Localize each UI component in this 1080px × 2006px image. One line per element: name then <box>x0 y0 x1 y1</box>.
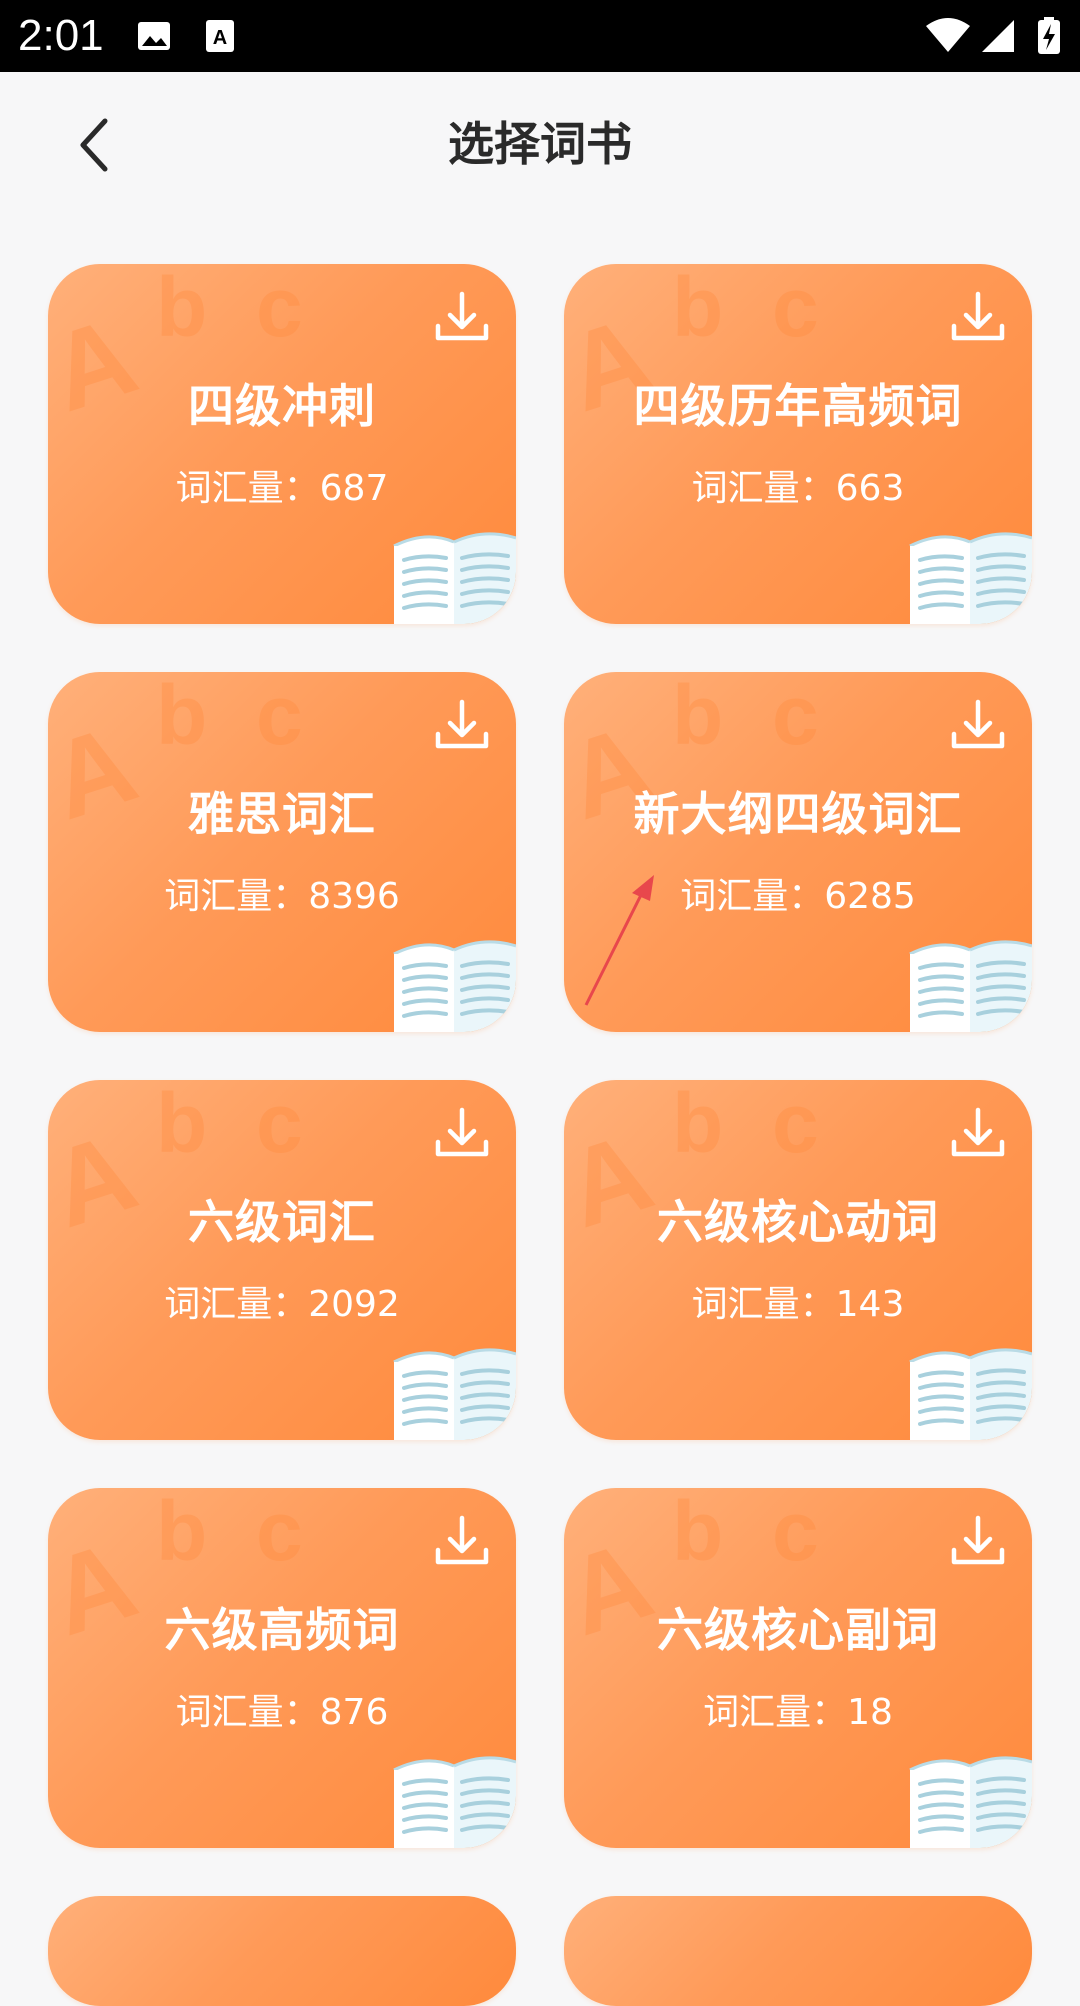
word-count: 词汇量：2092 <box>164 1284 400 1325</box>
svg-text:c: c <box>772 1488 819 1578</box>
word-count: 词汇量：18 <box>703 1692 893 1733</box>
word-count: 词汇量：663 <box>691 468 905 509</box>
book-card[interactable]: A b c 六级高频词 词汇量：876 <box>48 1488 516 1848</box>
svg-text:c: c <box>256 264 303 354</box>
download-icon[interactable] <box>430 286 494 350</box>
book-grid: A b c 四级冲刺 词汇量：687 A b c 四级历年高频词 词汇量：663… <box>48 264 1032 2006</box>
download-icon[interactable] <box>946 694 1010 758</box>
svg-text:A: A <box>213 27 227 49</box>
book-illustration-icon <box>909 1348 1032 1440</box>
word-count: 词汇量：8396 <box>164 876 400 917</box>
svg-text:b: b <box>156 1080 207 1170</box>
book-illustration-icon <box>393 532 516 624</box>
book-illustration-icon <box>909 1756 1032 1848</box>
book-title: 六级词汇 <box>188 1195 376 1249</box>
book-illustration-icon <box>909 532 1032 624</box>
image-icon <box>138 22 170 50</box>
annotation-arrow-icon <box>584 875 654 1006</box>
book-card[interactable]: A b c 雅思词汇 词汇量：8396 <box>48 672 516 1032</box>
word-count: 词汇量：687 <box>175 468 389 509</box>
book-card[interactable]: A b c 六级词汇 词汇量：2092 <box>48 1080 516 1440</box>
book-title: 四级冲刺 <box>188 379 376 433</box>
svg-text:b: b <box>672 672 723 762</box>
svg-text:b: b <box>156 264 207 354</box>
svg-text:c: c <box>772 264 819 354</box>
download-icon[interactable] <box>946 286 1010 350</box>
book-title: 六级核心副词 <box>657 1603 939 1657</box>
book-title: 六级高频词 <box>164 1603 400 1657</box>
word-count: 词汇量：876 <box>175 1692 389 1733</box>
book-card[interactable]: A b c 六级核心副词 词汇量：18 <box>564 1488 1032 1848</box>
svg-text:b: b <box>156 1488 207 1578</box>
svg-text:b: b <box>672 1080 723 1170</box>
book-card[interactable]: A b c 六级核心动词 词汇量：143 <box>564 1080 1032 1440</box>
download-icon[interactable] <box>430 1102 494 1166</box>
book-illustration-icon <box>393 1348 516 1440</box>
download-icon[interactable] <box>430 694 494 758</box>
book-title: 六级核心动词 <box>657 1195 939 1249</box>
svg-text:b: b <box>672 264 723 354</box>
book-illustration-icon <box>909 940 1032 1032</box>
download-icon[interactable] <box>430 1510 494 1574</box>
page-title: 选择词书 <box>448 117 632 171</box>
svg-text:b: b <box>156 672 207 762</box>
svg-text:c: c <box>772 672 819 762</box>
book-title: 新大纲四级词汇 <box>633 787 963 841</box>
book-title: 雅思词汇 <box>188 787 376 841</box>
svg-text:c: c <box>256 672 303 762</box>
book-illustration-icon <box>393 1756 516 1848</box>
book-title: 四级历年高频词 <box>633 379 963 433</box>
battery-charging-icon <box>1038 17 1060 54</box>
download-icon[interactable] <box>946 1510 1010 1574</box>
text-a-icon: A <box>206 20 234 52</box>
word-count: 词汇量：143 <box>691 1284 905 1325</box>
cell-signal-icon <box>982 20 1014 52</box>
wifi-icon <box>926 18 970 52</box>
book-card-partial[interactable] <box>564 1896 1032 2006</box>
header: 选择词书 <box>0 72 1080 218</box>
svg-text:c: c <box>256 1080 303 1170</box>
book-card[interactable]: A b c 四级冲刺 词汇量：687 <box>48 264 516 624</box>
svg-text:c: c <box>256 1488 303 1578</box>
svg-text:c: c <box>772 1080 819 1170</box>
status-bar: 2:01 A <box>0 0 1080 72</box>
status-time: 2:01 <box>18 11 104 60</box>
book-card[interactable]: A b c 四级历年高频词 词汇量：663 <box>564 264 1032 624</box>
book-card-partial[interactable] <box>48 1896 516 2006</box>
book-illustration-icon <box>393 940 516 1032</box>
download-icon[interactable] <box>946 1102 1010 1166</box>
svg-text:b: b <box>672 1488 723 1578</box>
